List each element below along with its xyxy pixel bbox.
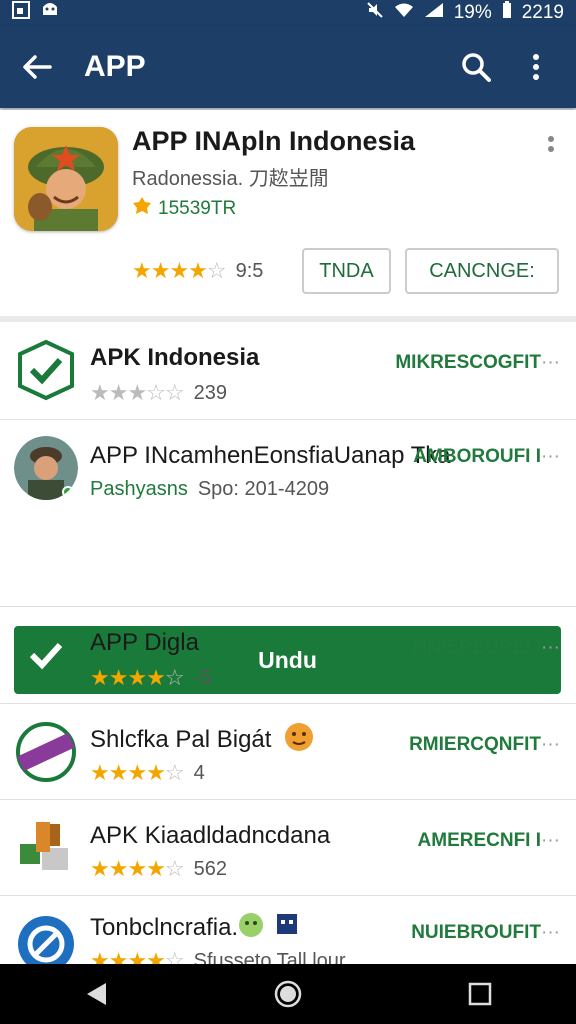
list-item[interactable]: APP INcamhenEonsfiaUanap Tka Pashyasns S… (0, 420, 576, 694)
rating-count: 562 (193, 857, 227, 880)
install-badge: 15​539TR (132, 196, 236, 222)
cancel-button[interactable]: CANCNGE: (405, 248, 559, 294)
list-item[interactable]: APK Indonesia ★★★☆☆ 239 MIKRESCOGFIT··· (0, 322, 576, 420)
install-action[interactable]: AMBOROUFI I··· (413, 446, 560, 468)
app-name: APK Indonesia (90, 344, 260, 371)
emoji-face-icon (238, 912, 264, 943)
emoji-face-icon (284, 722, 314, 757)
app-bar: APP (0, 26, 576, 108)
screenshot-icon (12, 1, 30, 25)
app-rating: ★★★★☆ -5 (90, 665, 211, 691)
app-rating: ★★★★☆ Sfusseto Tall lour (90, 948, 346, 964)
clock: 2219 (521, 2, 564, 23)
status-bar: 19% 2219 (0, 0, 576, 26)
nav-recents-icon[interactable] (460, 974, 500, 1014)
app-name: APK Kiaadldadncdana (90, 822, 331, 849)
back-arrow-icon[interactable] (20, 50, 54, 84)
install-action[interactable]: MIKRESCOGFIT··· (395, 352, 560, 374)
rating-count: 239 (193, 381, 227, 404)
list-item[interactable]: APK Kiaadldadncdana ★★★★☆ 562 AMERECNFI … (0, 800, 576, 896)
android-icon (40, 1, 60, 25)
app-size: Spo: 201-4209 (197, 478, 330, 500)
soldier-avatar-icon (14, 436, 78, 500)
wifi-icon (394, 2, 414, 24)
developer-name: Pashyasns (90, 478, 188, 500)
install-action[interactable]: NNIEREUREI I··· (413, 637, 560, 659)
page-title: APP (84, 50, 146, 83)
check-shield-icon (14, 338, 78, 402)
app-rating: ★★★★☆ 4 (90, 760, 205, 786)
app-name: APP Digla (90, 629, 199, 656)
search-icon[interactable] (456, 47, 496, 87)
more-vert-icon[interactable] (546, 134, 556, 164)
app-title: APP INApln Indonesia (132, 126, 416, 156)
nav-back-icon[interactable] (76, 974, 116, 1014)
badge-stamp-icon (14, 720, 78, 784)
app-meta: Pashyasns Spo: 201-4209 (90, 478, 329, 501)
tnda-button[interactable]: TNDA (302, 248, 391, 294)
app-rating: ★★★☆☆ 239 (90, 380, 227, 406)
nav-home-icon[interactable] (268, 974, 308, 1014)
developer-name: Radonessia. 刀趑岦閒 (132, 168, 329, 190)
rating-count: -5 (193, 666, 212, 689)
rating-count: Sfusseto Tall lour (193, 949, 346, 965)
more-vert-icon[interactable] (516, 47, 556, 87)
install-count: 15​539TR (158, 198, 237, 219)
star-rating: ★★★★☆ (90, 760, 185, 785)
app-name: APP INcamhenEonsfiaUanap Tka (90, 442, 451, 469)
star-rating: ★★★★☆ (90, 856, 185, 881)
game-blocks-icon (14, 816, 78, 880)
app-rating: ★★★★☆ 562 (90, 856, 227, 882)
app-header-card: APP INApln Indonesia Radonessia. 刀趑岦閒 15… (0, 110, 576, 316)
mute-icon (366, 1, 384, 25)
rating-summary: ★★★★☆ 9:5 (132, 258, 263, 284)
soldier-app-icon[interactable] (14, 127, 118, 231)
list-item[interactable]: APP Digla ★★★★☆ -5 NNIEREUREI I··· (0, 606, 576, 704)
system-nav-bar (0, 964, 576, 1024)
disabled-circle-icon (14, 912, 78, 964)
star-rating: ★★★★☆ (132, 258, 227, 283)
app-name: Shlcfka Pal Bigát (90, 726, 272, 753)
install-action[interactable]: AMERECNFI I··· (418, 830, 560, 852)
check-circle-icon (14, 623, 78, 687)
star-rating: ★★★★☆ (90, 948, 185, 964)
app-list: APK Indonesia ★★★☆☆ 239 MIKRESCOGFIT··· … (0, 322, 576, 964)
battery-icon (502, 1, 512, 25)
star-rating: ★★★☆☆ (90, 380, 185, 405)
pixel-robot-icon (274, 910, 300, 943)
rating-value: 9:5 (235, 259, 264, 282)
app-name: Tonbclncrafia. (90, 914, 239, 941)
list-item[interactable]: Tonbclncrafia. ★★★★☆ Sfusseto Tall lour … (0, 896, 576, 964)
install-action[interactable]: RMIERCQNFIT··· (409, 734, 560, 756)
star-rating: ★★★★☆ (90, 665, 185, 690)
install-action[interactable]: NUIEBROUFIT··· (411, 922, 560, 944)
rating-count: 4 (193, 761, 205, 784)
list-item[interactable]: Shlcfka Pal Bigát ★★★★☆ 4 RMIERCQNFIT··· (0, 704, 576, 800)
cell-signal-icon (424, 2, 444, 24)
award-icon (132, 196, 152, 222)
battery-text: 19% (453, 2, 492, 23)
